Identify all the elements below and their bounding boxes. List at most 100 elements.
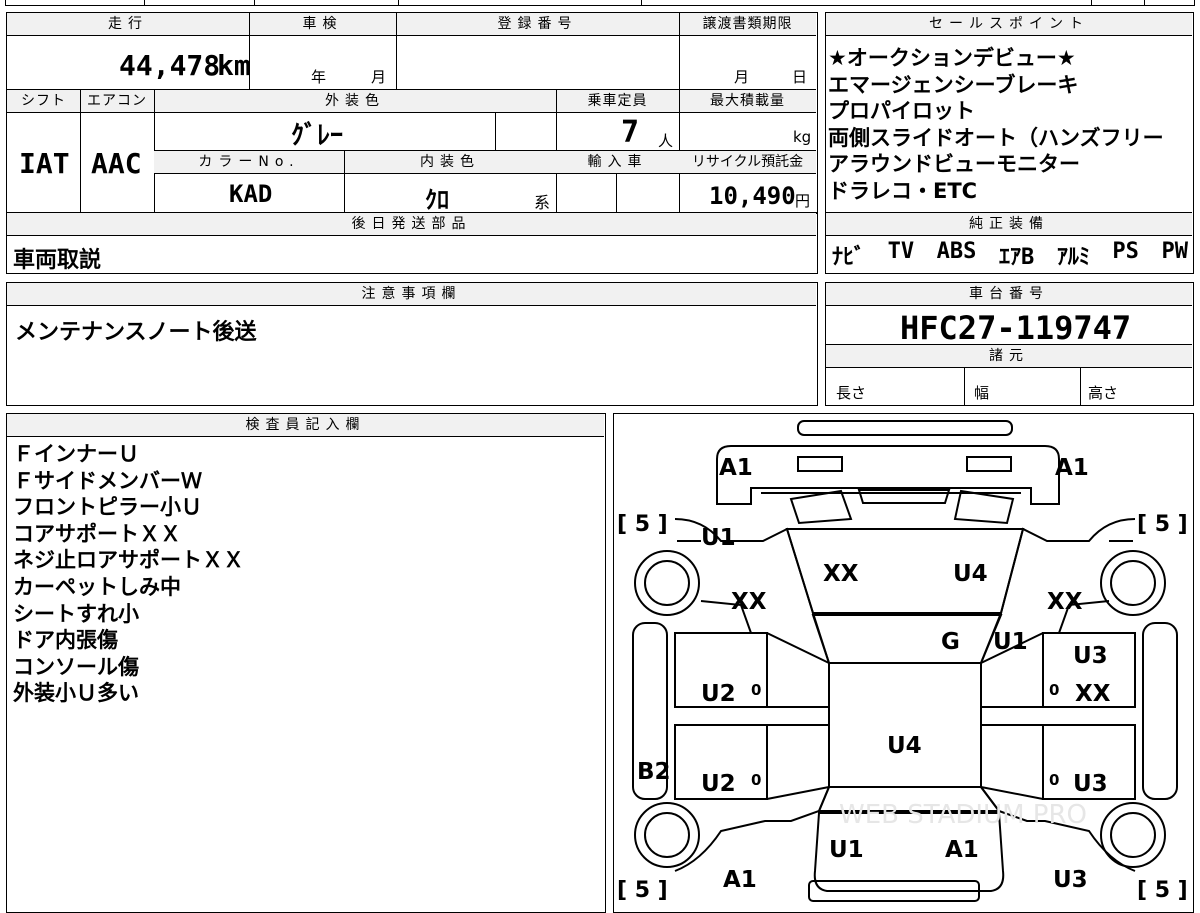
equipment-row: ﾅﾋﾞ TV ABS ｴｱB ｱﾙﾐ PS PW (832, 239, 1188, 271)
capacity-unit: 人 (658, 132, 674, 150)
tire-tread-front-left: [ 5 ] (617, 512, 668, 537)
mileage-value: 44,478 (119, 49, 221, 82)
chassis-box: 車台番号 HFC27-119747 諸元 長さ 幅 高さ (825, 282, 1194, 406)
inspector-note: ＦサイドメンバーＷ (13, 468, 202, 493)
inspector-note: カーペットしみ中 (13, 574, 181, 599)
spec-table: 走行 車検 登録番号 譲渡書類期限 44,478 km 年 月 月 日 シフト … (6, 12, 818, 214)
notes-box: 注意事項欄 メンテナンスノート後送 (6, 282, 818, 406)
equipment-item: ﾅﾋﾞ (832, 245, 866, 270)
recycle-header: リサイクル預託金 (679, 151, 816, 173)
interior-suffix: 系 (534, 193, 551, 212)
recycle-value: 10,490 (709, 182, 796, 210)
later-parts-header: 後日発送部品 (7, 213, 816, 235)
color-no-header: カラーNo. (154, 151, 344, 173)
equipment-item: TV (887, 239, 915, 264)
damage-mark: XX (1075, 681, 1111, 707)
recycle-unit: 円 (795, 192, 811, 210)
aircon-header: エアコン (80, 90, 154, 112)
shaken-header: 車検 (249, 13, 396, 35)
inspector-note: フロントピラー小Ｕ (13, 495, 202, 520)
spec-length: 長さ (836, 384, 867, 402)
specs-header: 諸元 (826, 345, 1192, 367)
inspector-box: 検査員記入欄 ＦインナーＵ ＦサイドメンバーＷ フロントピラー小Ｕ コアサポート… (6, 413, 606, 913)
inspector-note: コンソール傷 (13, 654, 139, 679)
damage-mark: XX (731, 589, 767, 615)
damage-mark: A1 (723, 867, 757, 893)
mileage-unit: km (217, 49, 251, 82)
genuine-equipment-header: 純正装備 (826, 213, 1192, 235)
equipment-item: ｱﾙﾐ (1056, 245, 1090, 270)
inspector-note: シートすれ小 (13, 601, 139, 626)
damage-mark: U1 (993, 629, 1028, 655)
registration-header: 登録番号 (396, 13, 679, 35)
tire-tread-rear-right: [ 5 ] (1137, 878, 1188, 903)
damage-mark: U3 (1073, 771, 1108, 797)
damage-mark: U2 (701, 681, 736, 707)
damage-mark: U4 (953, 561, 988, 587)
transfer-month: 月 (734, 68, 750, 86)
equipment-item: ABS (936, 239, 977, 264)
shift-header: シフト (7, 90, 80, 112)
later-parts-box: 後日発送部品 車両取説 (6, 212, 818, 274)
notes-value: メンテナンスノート後送 (15, 320, 257, 345)
notes-header: 注意事項欄 (7, 283, 816, 305)
damage-mark: XX (823, 561, 859, 587)
shaken-month: 月 (371, 68, 387, 86)
damage-mark: XX (1047, 589, 1083, 615)
max-load-unit: kg (793, 128, 812, 146)
aircon-value: AAC (91, 147, 142, 180)
sales-point: 両側スライドオート（ハンズフリー (828, 125, 1164, 150)
sales-points-header: セールスポイント (826, 13, 1192, 35)
damage-mark: A1 (1055, 455, 1089, 481)
transfer-day: 日 (792, 68, 808, 86)
tire-tread-front-right: [ 5 ] (1137, 512, 1188, 537)
damage-mark: A1 (945, 837, 979, 863)
damage-mark: U2 (701, 771, 736, 797)
interior-color-header: 内装色 (344, 151, 556, 173)
damage-mark: B2 (637, 759, 671, 785)
shaken-year: 年 (311, 68, 327, 86)
damage-mark: U1 (701, 525, 736, 551)
inspector-note: コアサポートＸＸ (13, 521, 181, 546)
sales-point: アラウンドビューモニター (828, 152, 1080, 177)
max-load-header: 最大積載量 (679, 90, 816, 112)
inspector-notes-list: ＦインナーＵ ＦサイドメンバーＷ フロントピラー小Ｕ コアサポートＸＸ ネジ止ロ… (13, 441, 244, 707)
chassis-header: 車台番号 (826, 283, 1192, 305)
damage-mark: U4 (887, 733, 922, 759)
damage-mark: U3 (1053, 867, 1088, 893)
spec-width: 幅 (974, 384, 990, 402)
zero-mark: 0 (1049, 771, 1059, 789)
transfer-deadline-header: 譲渡書類期限 (679, 13, 816, 35)
later-parts-value: 車両取説 (13, 248, 102, 273)
sales-point: ★オークションデビュー★ (828, 46, 1076, 70)
car-diagram-box: WEB STADIUM PRO A1 A1 U1 XX XX U4 XX G U… (613, 413, 1194, 913)
import-header: 輸入車 (556, 151, 679, 173)
car-diagram: WEB STADIUM PRO A1 A1 U1 XX XX U4 XX G U… (617, 420, 1188, 903)
top-strip (5, 0, 1195, 6)
damage-mark: A1 (719, 455, 753, 481)
inspector-header: 検査員記入欄 (7, 414, 604, 436)
inspector-note: ネジ止ロアサポートＸＸ (13, 548, 244, 573)
inspector-note: ドア内張傷 (13, 628, 118, 653)
capacity-value: 7 (621, 115, 640, 150)
damage-mark: U1 (829, 837, 864, 863)
damage-mark: G (941, 629, 960, 655)
inspector-note: ＦインナーＵ (13, 442, 139, 466)
tire-tread-rear-left: [ 5 ] (617, 878, 668, 903)
watermark: WEB STADIUM PRO (839, 800, 1087, 830)
shift-value: IAT (19, 147, 70, 180)
sales-point: ドラレコ・ETC (828, 178, 978, 203)
chassis-value: HFC27-119747 (900, 309, 1132, 347)
equipment-item: PW (1161, 239, 1189, 264)
zero-mark: 0 (751, 771, 761, 789)
exterior-color-header: 外装色 (154, 90, 556, 112)
zero-mark: 0 (751, 681, 761, 699)
sales-point: エマージェンシーブレーキ (828, 72, 1079, 97)
zero-mark: 0 (1049, 681, 1059, 699)
exterior-color-value: ｸﾞﾚｰ (291, 121, 344, 151)
interior-color-value: ｸﾛ (425, 186, 449, 214)
capacity-header: 乗車定員 (556, 90, 679, 112)
equipment-item: PS (1112, 239, 1139, 264)
equipment-item: ｴｱB (999, 245, 1035, 270)
inspector-note: 外装小Ｕ多い (13, 681, 139, 706)
